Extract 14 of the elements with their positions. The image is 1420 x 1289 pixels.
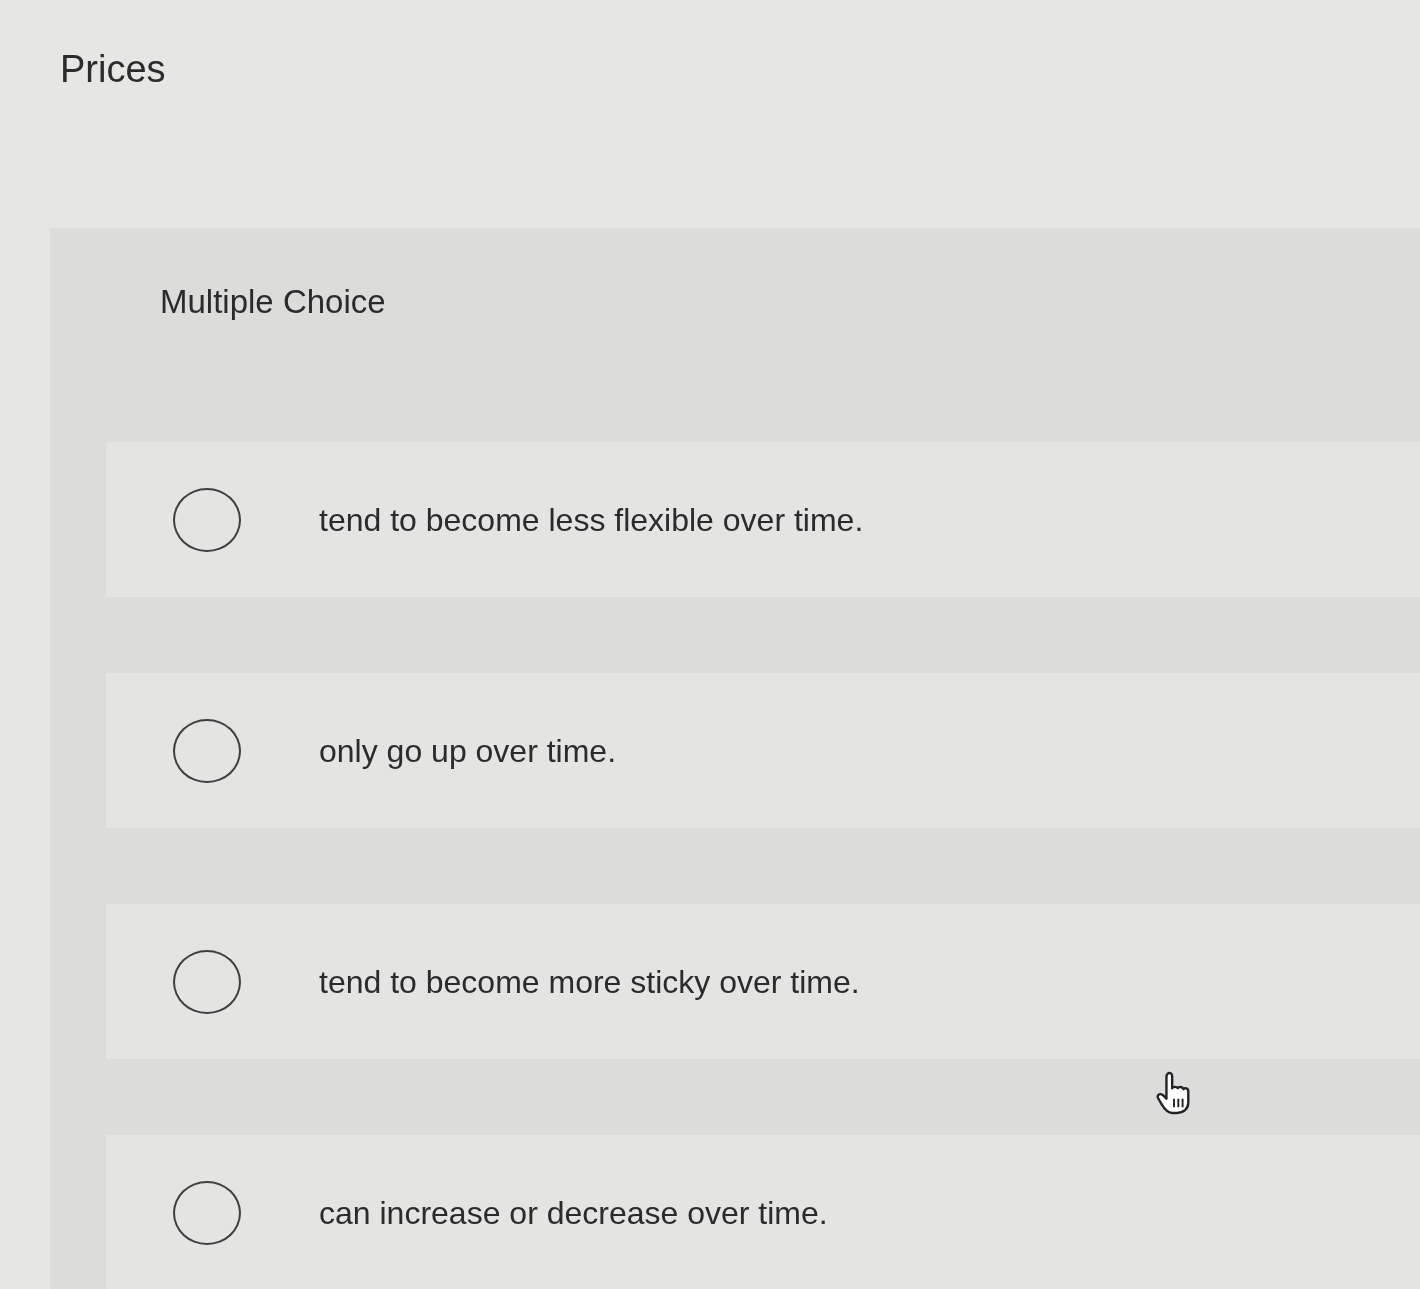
option-text: tend to become more sticky over time. (319, 962, 860, 1002)
answer-option[interactable]: only go up over time. (106, 673, 1420, 828)
radio-button[interactable] (173, 718, 241, 783)
question-type-label: Multiple Choice (160, 282, 386, 322)
answer-option[interactable]: can increase or decrease over time. (106, 1135, 1420, 1289)
option-text: only go up over time. (319, 731, 617, 771)
question-title: Prices (60, 47, 166, 92)
answer-option[interactable]: tend to become less flexible over time. (106, 442, 1420, 597)
option-text: tend to become less flexible over time. (319, 500, 864, 540)
radio-button[interactable] (173, 487, 241, 552)
option-text: can increase or decrease over time. (319, 1193, 828, 1233)
radio-button[interactable] (173, 1180, 241, 1245)
answer-option[interactable]: tend to become more sticky over time. (106, 904, 1420, 1059)
radio-button[interactable] (173, 949, 241, 1014)
